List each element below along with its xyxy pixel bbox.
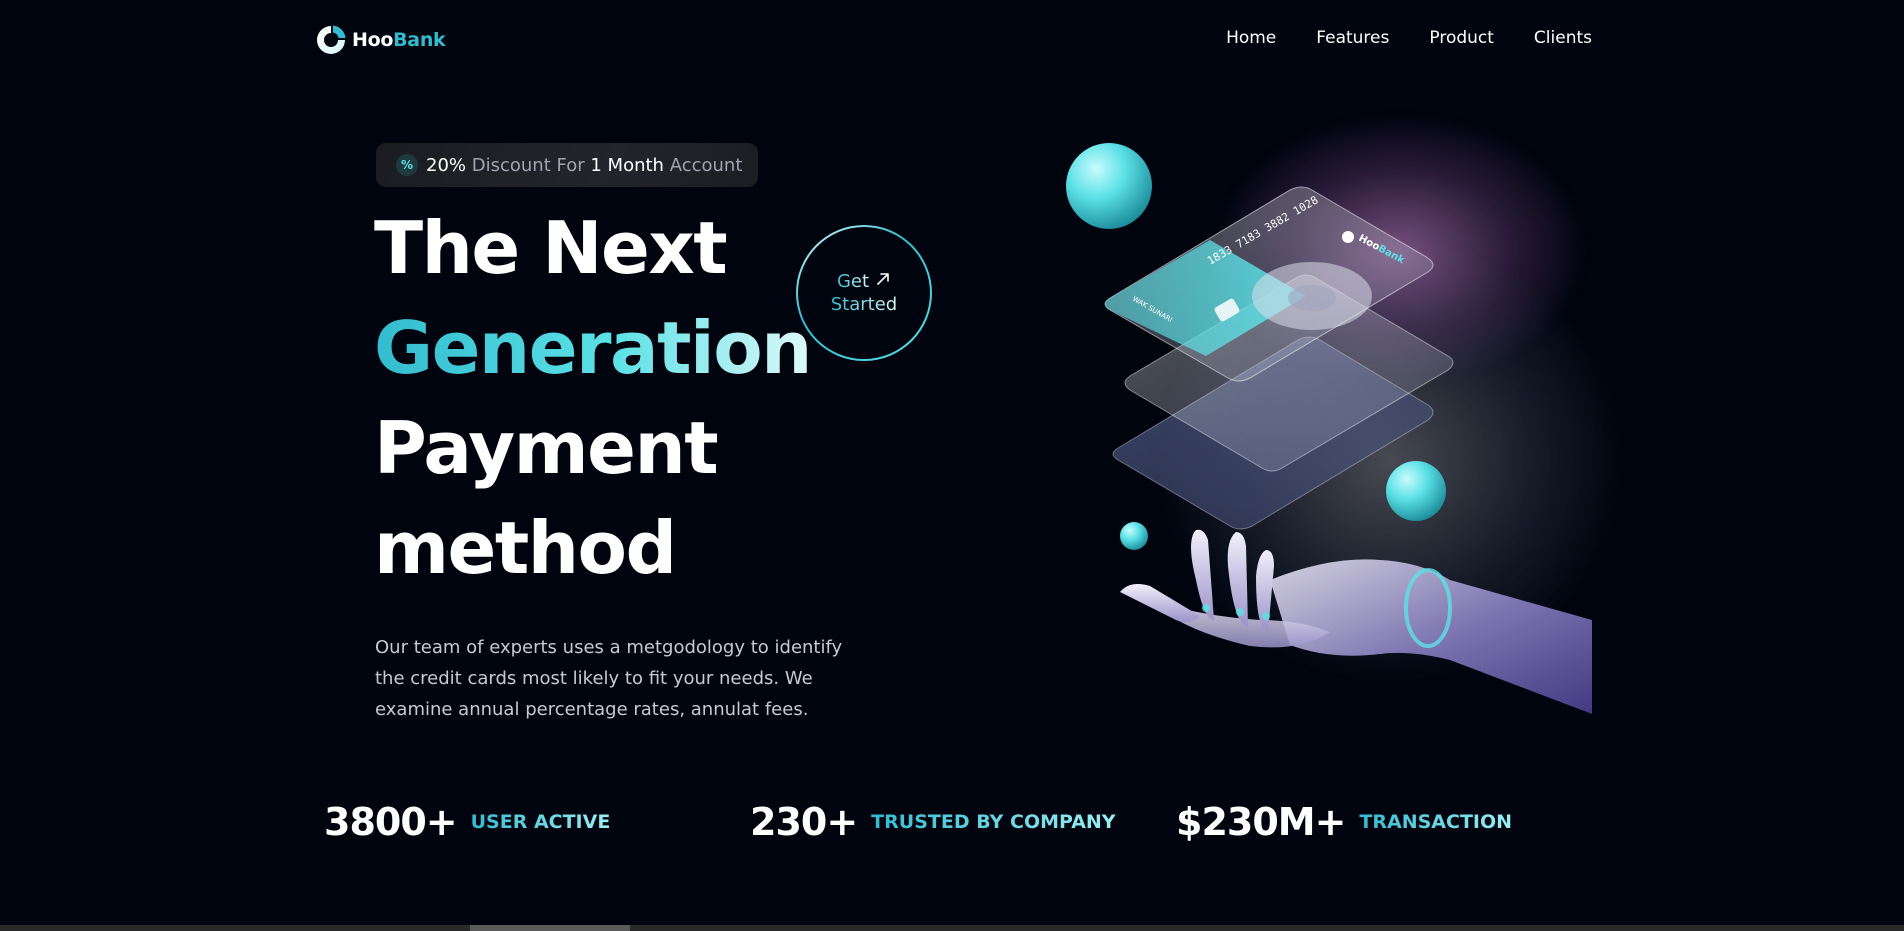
card-disc-inner xyxy=(1288,285,1336,311)
stat-users: 3800+ USER ACTIVE xyxy=(324,800,610,844)
get-started-label-2: Started xyxy=(830,294,898,315)
logo-text: HooBank xyxy=(352,29,446,51)
logo-text-hoo: Hoo xyxy=(352,29,394,51)
stat-users-value: 3800+ xyxy=(324,800,458,844)
discount-month: 1 Month xyxy=(590,154,664,176)
robot-thumb xyxy=(1120,584,1200,623)
stat-transactions-label: TRANSACTION xyxy=(1359,811,1513,833)
get-started-label-1: Get xyxy=(836,271,870,292)
horizontal-scrollbar-thumb[interactable] xyxy=(470,925,630,931)
get-started-row: Get xyxy=(837,270,891,293)
hero-title: The Next Generation Payment method xyxy=(374,198,812,598)
nav-link-features[interactable]: Features xyxy=(1316,28,1389,48)
robot-joint-2 xyxy=(1236,608,1244,616)
stat-companies-label: TRUSTED BY COMPANY xyxy=(871,811,1116,833)
top-sphere xyxy=(1066,143,1152,229)
discount-badge: % 20% Discount For 1 Month Account xyxy=(376,143,759,187)
stat-transactions: $230M+ TRANSACTION xyxy=(1176,800,1512,844)
robot-joint-3 xyxy=(1262,612,1270,620)
stats-section: 3800+ USER ACTIVE 230+ TRUSTED BY COMPAN… xyxy=(324,800,1604,852)
hero-title-line-3: Payment xyxy=(374,406,719,490)
hero-title-line-2: Generation xyxy=(374,298,812,398)
hero-title-line-1: The Next xyxy=(374,206,728,290)
discount-for: For xyxy=(556,154,585,176)
hero-title-line-4: method xyxy=(374,506,677,590)
arrow-up-right-icon xyxy=(875,270,891,293)
discount-percent: 20% xyxy=(426,154,467,176)
stat-companies-value: 230+ xyxy=(750,800,858,844)
stat-transactions-value: $230M+ xyxy=(1176,800,1346,844)
discount-account: Account xyxy=(669,154,743,176)
hoobank-landing-page: HooBank Home Features Product Clients % … xyxy=(0,0,1904,931)
hero-description: Our team of experts uses a metgodology t… xyxy=(375,637,843,720)
nav-link-product[interactable]: Product xyxy=(1429,28,1494,48)
percent-icon: % xyxy=(396,154,418,176)
hero-illustration: 1833 7183 3882 1028 WAK SUNARI HooBank xyxy=(1000,60,1620,740)
nav-link-home[interactable]: Home xyxy=(1226,28,1276,48)
nav-link-clients[interactable]: Clients xyxy=(1534,28,1592,48)
nav-links: Home Features Product Clients xyxy=(1226,28,1592,48)
card-logo-icon xyxy=(1342,231,1354,243)
logo[interactable]: HooBank xyxy=(314,22,446,58)
right-sphere xyxy=(1386,461,1446,521)
logo-text-bank: Bank xyxy=(393,29,446,51)
get-started-button[interactable]: Get Started xyxy=(796,225,932,361)
horizontal-scrollbar[interactable] xyxy=(0,925,1904,931)
cards-and-hand-graphic: 1833 7183 3882 1028 WAK SUNARI HooBank xyxy=(1066,143,1592,714)
hoobank-logo-icon xyxy=(314,23,348,57)
robot-joint-1 xyxy=(1202,604,1210,612)
small-sphere xyxy=(1120,522,1148,550)
navbar: HooBank Home Features Product Clients xyxy=(314,20,1592,60)
stat-users-label: USER ACTIVE xyxy=(470,811,611,833)
get-started-inner: Get Started xyxy=(798,227,930,359)
discount-word: Discount xyxy=(471,154,551,176)
stat-companies: 230+ TRUSTED BY COMPANY xyxy=(750,800,1116,844)
